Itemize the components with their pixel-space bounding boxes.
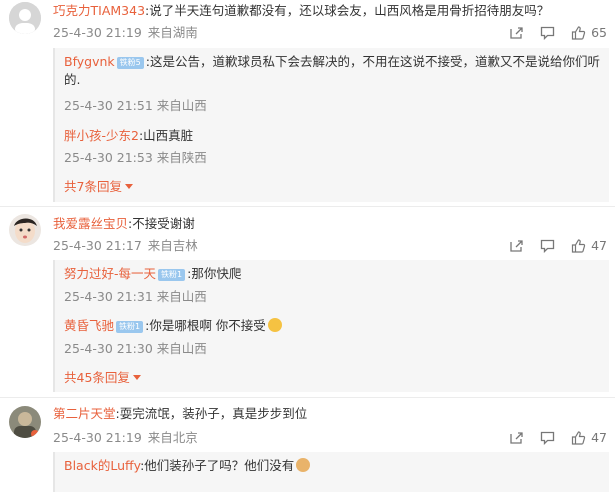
reply-meta: 25-4-30 21:51 来自山西: [64, 97, 207, 115]
comment-username[interactable]: 巧克力TIAM343: [53, 3, 145, 18]
avatar[interactable]: [9, 214, 41, 246]
comment-line: 巧克力TIAM343:说了半天连句道歉都没有，还以球会友，山西风格是用骨折招待朋…: [53, 2, 549, 20]
comment-username[interactable]: 我爱露丝宝贝: [53, 216, 128, 231]
reply-meta: 25-4-30 21:53 来自陕西: [64, 149, 207, 167]
caret-down-icon: [132, 375, 141, 380]
more-replies-label: 共7条回复: [64, 179, 122, 194]
like-button[interactable]: 47: [571, 238, 607, 253]
comment-icon: [540, 239, 555, 253]
thumbs-up-icon: [571, 430, 586, 445]
reply-box: Bfygvnk 铁粉5:这是公告，道歉球员私下会去解决的，不用在这说不接受，道歉又…: [53, 48, 609, 202]
reply-location: 来自山西: [156, 98, 207, 113]
share-icon: [510, 26, 523, 39]
comment-actions: 47: [493, 430, 607, 445]
comment-location: 来自吉林: [147, 238, 198, 253]
reply-1: Black的Luffy:他们装孙子了吗？他们没有: [64, 457, 601, 475]
reply-time: 25-4-30 21:53: [64, 150, 153, 165]
reply-username[interactable]: 努力过好-每一天: [64, 266, 156, 281]
fan-badge: 铁粉5: [116, 57, 144, 69]
comment-time: 25-4-30 21:17: [53, 238, 142, 253]
divider: [0, 206, 615, 207]
comment-line: 我爱露丝宝贝:不接受谢谢: [53, 215, 195, 233]
avatar[interactable]: [9, 2, 41, 34]
reply-button[interactable]: [540, 26, 555, 40]
comment-line: 第二片天堂:耍完流氓，装孙子，真是步步到位: [53, 405, 307, 423]
reply-box: Black的Luffy:他们装孙子了吗？他们没有: [53, 452, 609, 492]
reply-button[interactable]: [540, 239, 555, 253]
reply-location: 来自山西: [156, 289, 207, 304]
like-count: 47: [591, 430, 607, 445]
fan-badge: 铁粉1: [158, 269, 186, 281]
more-replies-link[interactable]: 共45条回复: [64, 369, 141, 387]
share-icon: [510, 239, 523, 252]
reply-location: 来自山西: [156, 341, 207, 356]
comment-time: 25-4-30 21:19: [53, 25, 142, 40]
emoji-icon: [296, 458, 311, 472]
reply-meta: 25-4-30 21:31 来自山西: [64, 288, 207, 306]
reply-1: 努力过好-每一天 铁粉1:那你快爬: [64, 265, 601, 283]
comment-icon: [540, 431, 555, 445]
grin-emoji-icon: [267, 318, 282, 332]
comment-meta: 25-4-30 21:19 来自北京: [53, 429, 198, 447]
comment-text: :说了半天连句道歉都没有，还以球会友，山西风格是用骨折招待朋友吗？: [145, 3, 550, 18]
reply-button[interactable]: [540, 431, 555, 445]
reply-2: 胖小孩-少东2:山西真脏: [64, 127, 601, 145]
comment-username[interactable]: 第二片天堂: [53, 406, 116, 421]
like-count: 47: [591, 238, 607, 253]
thumbs-up-icon: [571, 238, 586, 253]
share-button[interactable]: [509, 239, 524, 253]
reply-2: 黄昏飞驰 铁粉1:你是哪根啊 你不接受: [64, 317, 601, 335]
comment-icon: [540, 26, 555, 40]
like-count: 65: [591, 25, 607, 40]
reply-box: 努力过好-每一天 铁粉1:那你快爬 25-4-30 21:31 来自山西 黄昏飞驰…: [53, 260, 609, 392]
like-button[interactable]: 47: [571, 430, 607, 445]
comment-actions: 47: [493, 238, 607, 253]
reply-text: :山西真脏: [138, 128, 194, 143]
comment-actions: 65: [493, 25, 607, 40]
like-button[interactable]: 65: [571, 25, 607, 40]
share-button[interactable]: [509, 431, 524, 445]
reply-1: Bfygvnk 铁粉5:这是公告，道歉球员私下会去解决的，不用在这说不接受，道歉又…: [64, 53, 601, 89]
divider: [0, 397, 615, 398]
reply-time: 25-4-30 21:31: [64, 289, 153, 304]
reply-text: :他们装孙子了吗？他们没有: [140, 458, 295, 473]
fan-badge: 铁粉1: [116, 321, 144, 333]
comment-location: 来自湖南: [147, 25, 198, 40]
reply-username[interactable]: Black的Luffy: [64, 458, 140, 473]
comment-meta: 25-4-30 21:17 来自吉林: [53, 237, 198, 255]
reply-username[interactable]: 黄昏飞驰: [64, 318, 114, 333]
comment-meta: 25-4-30 21:19 来自湖南: [53, 24, 198, 42]
reply-time: 25-4-30 21:51: [64, 98, 153, 113]
reply-username[interactable]: Bfygvnk: [64, 54, 115, 69]
avatar[interactable]: [9, 406, 41, 438]
comment-text: :不接受谢谢: [128, 216, 195, 231]
more-replies-label: 共45条回复: [64, 370, 130, 385]
reply-username[interactable]: 胖小孩-少东2: [64, 128, 139, 143]
reply-time: 25-4-30 21:30: [64, 341, 153, 356]
reply-text: :那你快爬: [187, 266, 242, 281]
comment-location: 来自北京: [147, 430, 198, 445]
share-button[interactable]: [509, 26, 524, 40]
comment-text: :耍完流氓，装孙子，真是步步到位: [115, 406, 308, 421]
reply-text: :这是公告，道歉球员私下会去解决的，不用在这说不接受，道歉又不是说给你们听的.: [64, 54, 600, 87]
reply-location: 来自陕西: [156, 150, 207, 165]
reply-meta: 25-4-30 21:30 来自山西: [64, 340, 207, 358]
more-replies-link[interactable]: 共7条回复: [64, 178, 133, 196]
caret-down-icon: [124, 184, 133, 189]
share-icon: [510, 431, 523, 444]
thumbs-up-icon: [571, 25, 586, 40]
comment-time: 25-4-30 21:19: [53, 430, 142, 445]
reply-text: :你是哪根啊 你不接受: [145, 318, 266, 333]
